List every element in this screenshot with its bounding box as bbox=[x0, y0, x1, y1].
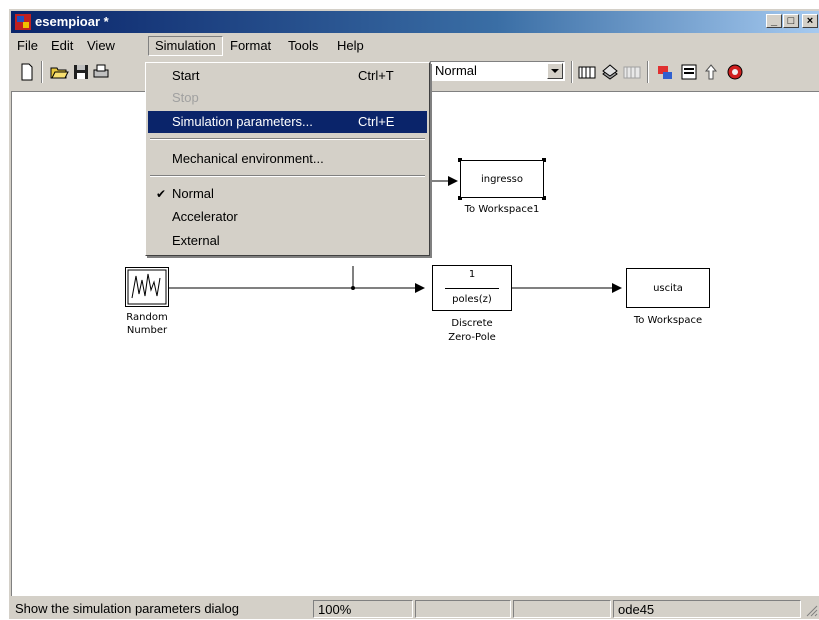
random-number-label-2: Number bbox=[126, 325, 168, 336]
close-button[interactable]: × bbox=[802, 14, 818, 28]
menu-item-external[interactable]: External bbox=[148, 230, 427, 252]
arrow-head bbox=[612, 283, 622, 293]
to-workspace-block[interactable]: uscita bbox=[626, 268, 710, 308]
open-folder-icon[interactable] bbox=[49, 62, 69, 82]
simulation-menu-dropdown: Start Ctrl+T Stop Simulation parameters.… bbox=[145, 62, 430, 256]
menu-item-normal[interactable]: ✔ Normal bbox=[148, 183, 427, 205]
menu-item-stop[interactable]: Stop bbox=[148, 87, 427, 109]
zero-pole-denominator: poles(z) bbox=[452, 294, 492, 305]
menu-item-sim-params-label: Simulation parameters... bbox=[172, 114, 313, 129]
menu-tools[interactable]: Tools bbox=[282, 37, 324, 55]
library-browser-icon[interactable] bbox=[577, 62, 597, 82]
menu-item-accelerator-label: Accelerator bbox=[172, 209, 238, 224]
model-browser-icon[interactable] bbox=[600, 62, 620, 82]
minimize-button[interactable]: _ bbox=[766, 14, 782, 28]
title-bar[interactable]: esempioar * _ □ × bbox=[11, 11, 819, 33]
menu-item-external-label: External bbox=[172, 233, 220, 248]
arrow-head bbox=[448, 176, 458, 186]
go-to-parent-icon[interactable] bbox=[701, 62, 721, 82]
to-workspace1-label: To Workspace1 bbox=[464, 204, 540, 215]
combo-dropdown-button[interactable] bbox=[547, 63, 563, 79]
menu-item-stop-label: Stop bbox=[172, 90, 199, 105]
zero-pole-label-1: Discrete bbox=[451, 318, 493, 329]
menu-bar: File Edit View Simulation Format Tools H… bbox=[11, 35, 819, 56]
to-workspace-label: To Workspace bbox=[633, 315, 703, 326]
maximize-button[interactable]: □ bbox=[783, 14, 799, 28]
disabled-tool-icon[interactable] bbox=[622, 62, 642, 82]
menu-item-start-label: Start bbox=[172, 68, 200, 83]
menu-item-simulation-parameters[interactable]: Simulation parameters... Ctrl+E bbox=[148, 111, 427, 133]
window-title: esempioar * bbox=[35, 14, 109, 29]
checkmark-icon: ✔ bbox=[156, 187, 167, 201]
chevron-down-icon bbox=[551, 69, 559, 73]
model-explorer-icon[interactable] bbox=[679, 62, 699, 82]
status-message: Show the simulation parameters dialog bbox=[15, 601, 240, 616]
zero-pole-numerator: 1 bbox=[468, 269, 476, 280]
status-zoom: 100% bbox=[313, 600, 413, 618]
menu-item-normal-label: Normal bbox=[172, 186, 214, 201]
menu-separator bbox=[150, 175, 425, 177]
resize-grip-icon[interactable] bbox=[804, 603, 818, 617]
menu-item-start[interactable]: Start Ctrl+T bbox=[148, 65, 427, 87]
to-workspace-variable: uscita bbox=[653, 283, 683, 294]
menu-item-start-shortcut: Ctrl+T bbox=[358, 68, 394, 83]
menu-item-accelerator[interactable]: Accelerator bbox=[148, 206, 427, 228]
debugger-icon[interactable] bbox=[725, 62, 745, 82]
random-number-label-1: Random bbox=[126, 312, 168, 323]
simulation-mode-value: Normal bbox=[435, 63, 477, 78]
zero-pole-label-2: Zero-Pole bbox=[448, 332, 496, 343]
menu-file[interactable]: File bbox=[11, 37, 44, 55]
print-icon[interactable] bbox=[91, 62, 111, 82]
fraction-line bbox=[445, 288, 499, 289]
save-icon[interactable] bbox=[71, 62, 91, 82]
random-number-block[interactable] bbox=[125, 267, 169, 307]
menu-item-sim-params-shortcut: Ctrl+E bbox=[358, 114, 395, 129]
arrow-head bbox=[415, 283, 425, 293]
new-icon[interactable] bbox=[17, 62, 37, 82]
menu-item-mechanical-environment[interactable]: Mechanical environment... bbox=[148, 148, 427, 170]
menu-separator bbox=[150, 138, 425, 140]
discrete-zero-pole-block[interactable]: 1 poles(z) bbox=[432, 265, 512, 311]
menu-simulation[interactable]: Simulation bbox=[148, 36, 223, 56]
menu-view[interactable]: View bbox=[81, 37, 121, 55]
debug-icon[interactable] bbox=[655, 62, 675, 82]
simulation-mode-select[interactable]: Normal bbox=[430, 61, 565, 81]
menu-item-mech-env-label: Mechanical environment... bbox=[172, 151, 324, 166]
simulink-app-icon bbox=[15, 14, 31, 30]
menu-edit[interactable]: Edit bbox=[45, 37, 79, 55]
toolbar-separator bbox=[647, 61, 649, 83]
toolbar-separator bbox=[571, 61, 573, 83]
to-workspace1-block[interactable]: ingresso bbox=[460, 160, 544, 198]
menu-help[interactable]: Help bbox=[331, 37, 370, 55]
status-pane-3 bbox=[415, 600, 511, 618]
menu-format[interactable]: Format bbox=[224, 37, 277, 55]
to-workspace1-variable: ingresso bbox=[480, 174, 524, 185]
status-pane-4 bbox=[513, 600, 611, 618]
status-bar: Show the simulation parameters dialog 10… bbox=[11, 598, 819, 620]
status-solver: ode45 bbox=[613, 600, 801, 618]
random-signal-icon bbox=[127, 269, 167, 305]
toolbar-separator bbox=[41, 61, 43, 83]
